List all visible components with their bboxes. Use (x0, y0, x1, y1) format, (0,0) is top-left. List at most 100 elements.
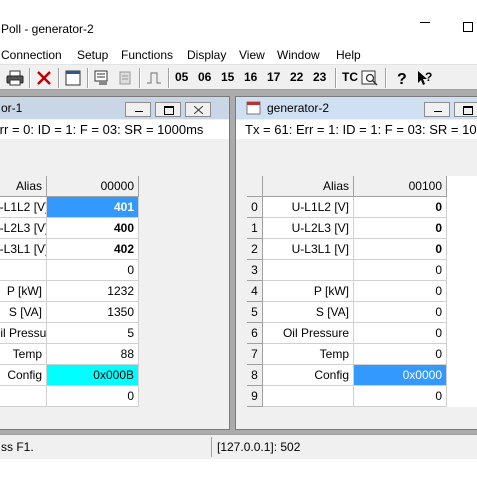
value-cell[interactable]: 1232 (47, 281, 139, 302)
alias-cell[interactable]: U-L2L3 [V] (263, 218, 354, 239)
fc-05-button[interactable]: 05 (175, 70, 188, 84)
toolbar: 05 06 15 16 17 22 23 TC ? ? (0, 64, 477, 90)
alias-cell[interactable] (263, 260, 354, 281)
row-index: 2 (247, 239, 263, 260)
alias-cell[interactable] (0, 386, 47, 407)
child-window-generator-1[interactable]: or-1 Err = 0: ID = 1: F = 03: SR = 1000m… (0, 96, 230, 430)
communication-traffic-icon[interactable] (361, 69, 379, 87)
value-cell[interactable]: 0 (47, 386, 139, 407)
alias-cell[interactable] (263, 386, 354, 407)
register-grid: Alias00000U-L1L2 [V]401U-L2L3 [V]400U-L3… (0, 176, 139, 407)
alias-cell[interactable]: U-L2L3 [V] (0, 218, 47, 239)
alias-cell[interactable]: P [kW] (0, 281, 47, 302)
window-title: Poll - generator-2 (1, 22, 94, 36)
child-restore-button[interactable] (155, 102, 181, 117)
register-grid: Alias 00100 0 U-L1L2 [V] 0 1 U-L2L3 [V] 0 2 U-L3L… (247, 176, 477, 407)
disabled-icon[interactable] (116, 69, 134, 87)
alias-cell[interactable]: Oil Pressure (263, 323, 354, 344)
fc-16-button[interactable]: 16 (244, 70, 257, 84)
poll-status-line: Err = 0: ID = 1: F = 03: SR = 1000ms (0, 120, 229, 139)
menu-connection[interactable]: Connection (1, 48, 62, 62)
row-index: 9 (247, 386, 263, 407)
window-icon[interactable] (64, 69, 82, 87)
alias-column-header: Alias (263, 176, 354, 197)
index-column-header (247, 176, 263, 197)
menu-view[interactable]: View (239, 48, 265, 62)
child-minimize-button[interactable] (125, 102, 151, 117)
child-title-bar: or-1 (0, 97, 229, 119)
value-cell[interactable]: 1350 (47, 302, 139, 323)
value-cell[interactable]: 0 (354, 281, 447, 302)
child-window-generator-2[interactable]: generator-2 Tx = 61: Err = 1: ID = 1: F … (235, 96, 477, 430)
child-restore-button[interactable] (454, 102, 477, 117)
pulse-icon[interactable] (145, 69, 163, 87)
read-write-icon[interactable] (93, 69, 111, 87)
row-index: 5 (247, 302, 263, 323)
value-cell[interactable]: 0x0000 (354, 365, 447, 386)
menu-help[interactable]: Help (336, 48, 361, 62)
fc-06-button[interactable]: 06 (198, 70, 211, 84)
child-close-button[interactable] (185, 102, 211, 117)
value-column-header: 00100 (354, 176, 447, 197)
alias-cell[interactable]: Temp (0, 344, 47, 365)
fc-23-button[interactable]: 23 (313, 70, 326, 84)
value-cell[interactable]: 88 (47, 344, 139, 365)
maximize-button[interactable] (463, 22, 473, 32)
value-cell[interactable]: 0 (354, 260, 447, 281)
close-connection-icon[interactable] (35, 69, 53, 87)
value-cell[interactable]: 400 (47, 218, 139, 239)
menu-window[interactable]: Window (277, 48, 320, 62)
minimize-button[interactable] (420, 22, 430, 23)
context-help-icon[interactable]: ? (416, 69, 434, 87)
alias-column-header: Alias (0, 176, 47, 197)
alias-cell[interactable]: S [VA] (263, 302, 354, 323)
document-icon (246, 101, 261, 115)
help-icon[interactable]: ? (393, 69, 411, 87)
row-index: 1 (247, 218, 263, 239)
alias-cell[interactable]: Oil Pressure (0, 323, 47, 344)
menu-functions[interactable]: Functions (121, 48, 173, 62)
status-bar: ss F1. [127.0.0.1]: 502 (0, 434, 477, 459)
value-cell[interactable]: 401 (47, 197, 139, 218)
fc-22-button[interactable]: 22 (290, 70, 303, 84)
status-message: ss F1. (1, 440, 34, 454)
fc-15-button[interactable]: 15 (221, 70, 234, 84)
menu-display[interactable]: Display (187, 48, 226, 62)
value-cell[interactable]: 5 (47, 323, 139, 344)
alias-cell[interactable]: U-L3L1 [V] (0, 239, 47, 260)
alias-cell[interactable]: Config (0, 365, 47, 386)
alias-cell[interactable]: U-L3L1 [V] (263, 239, 354, 260)
alias-cell[interactable]: U-L1L2 [V] (263, 197, 354, 218)
value-cell[interactable]: 0 (354, 344, 447, 365)
alias-cell[interactable]: S [VA] (0, 302, 47, 323)
alias-cell[interactable]: Config (263, 365, 354, 386)
alias-cell[interactable]: Temp (263, 344, 354, 365)
alias-cell[interactable]: P [kW] (263, 281, 354, 302)
title-bar: Poll - generator-2 (0, 0, 477, 43)
row-index: 6 (247, 323, 263, 344)
value-cell[interactable]: 0 (354, 239, 447, 260)
menu-setup[interactable]: Setup (77, 48, 108, 62)
value-cell[interactable]: 0 (354, 218, 447, 239)
print-icon[interactable] (6, 69, 24, 87)
value-cell[interactable]: 0 (354, 386, 447, 407)
value-cell[interactable]: 0 (354, 323, 447, 344)
child-minimize-button[interactable] (424, 102, 450, 117)
row-index: 4 (247, 281, 263, 302)
fc-17-button[interactable]: 17 (267, 70, 280, 84)
alias-cell[interactable] (0, 260, 47, 281)
child-title-bar: generator-2 (236, 97, 477, 119)
value-cell[interactable]: 402 (47, 239, 139, 260)
mdi-area: or-1 Err = 0: ID = 1: F = 03: SR = 1000m… (0, 90, 477, 434)
value-cell[interactable]: 0x000B (47, 365, 139, 386)
tc-button[interactable]: TC (342, 70, 358, 84)
row-index: 0 (247, 197, 263, 218)
value-cell[interactable]: 0 (354, 302, 447, 323)
value-cell[interactable]: 0 (354, 197, 447, 218)
alias-cell[interactable]: U-L1L2 [V] (0, 197, 47, 218)
poll-status-line: Tx = 61: Err = 1: ID = 1: F = 03: SR = 1… (236, 120, 477, 139)
connection-status: [127.0.0.1]: 502 (217, 440, 301, 454)
value-cell[interactable]: 0 (47, 260, 139, 281)
menu-bar: Connection Setup Functions Display View … (0, 44, 477, 64)
svg-text:?: ? (397, 71, 407, 87)
